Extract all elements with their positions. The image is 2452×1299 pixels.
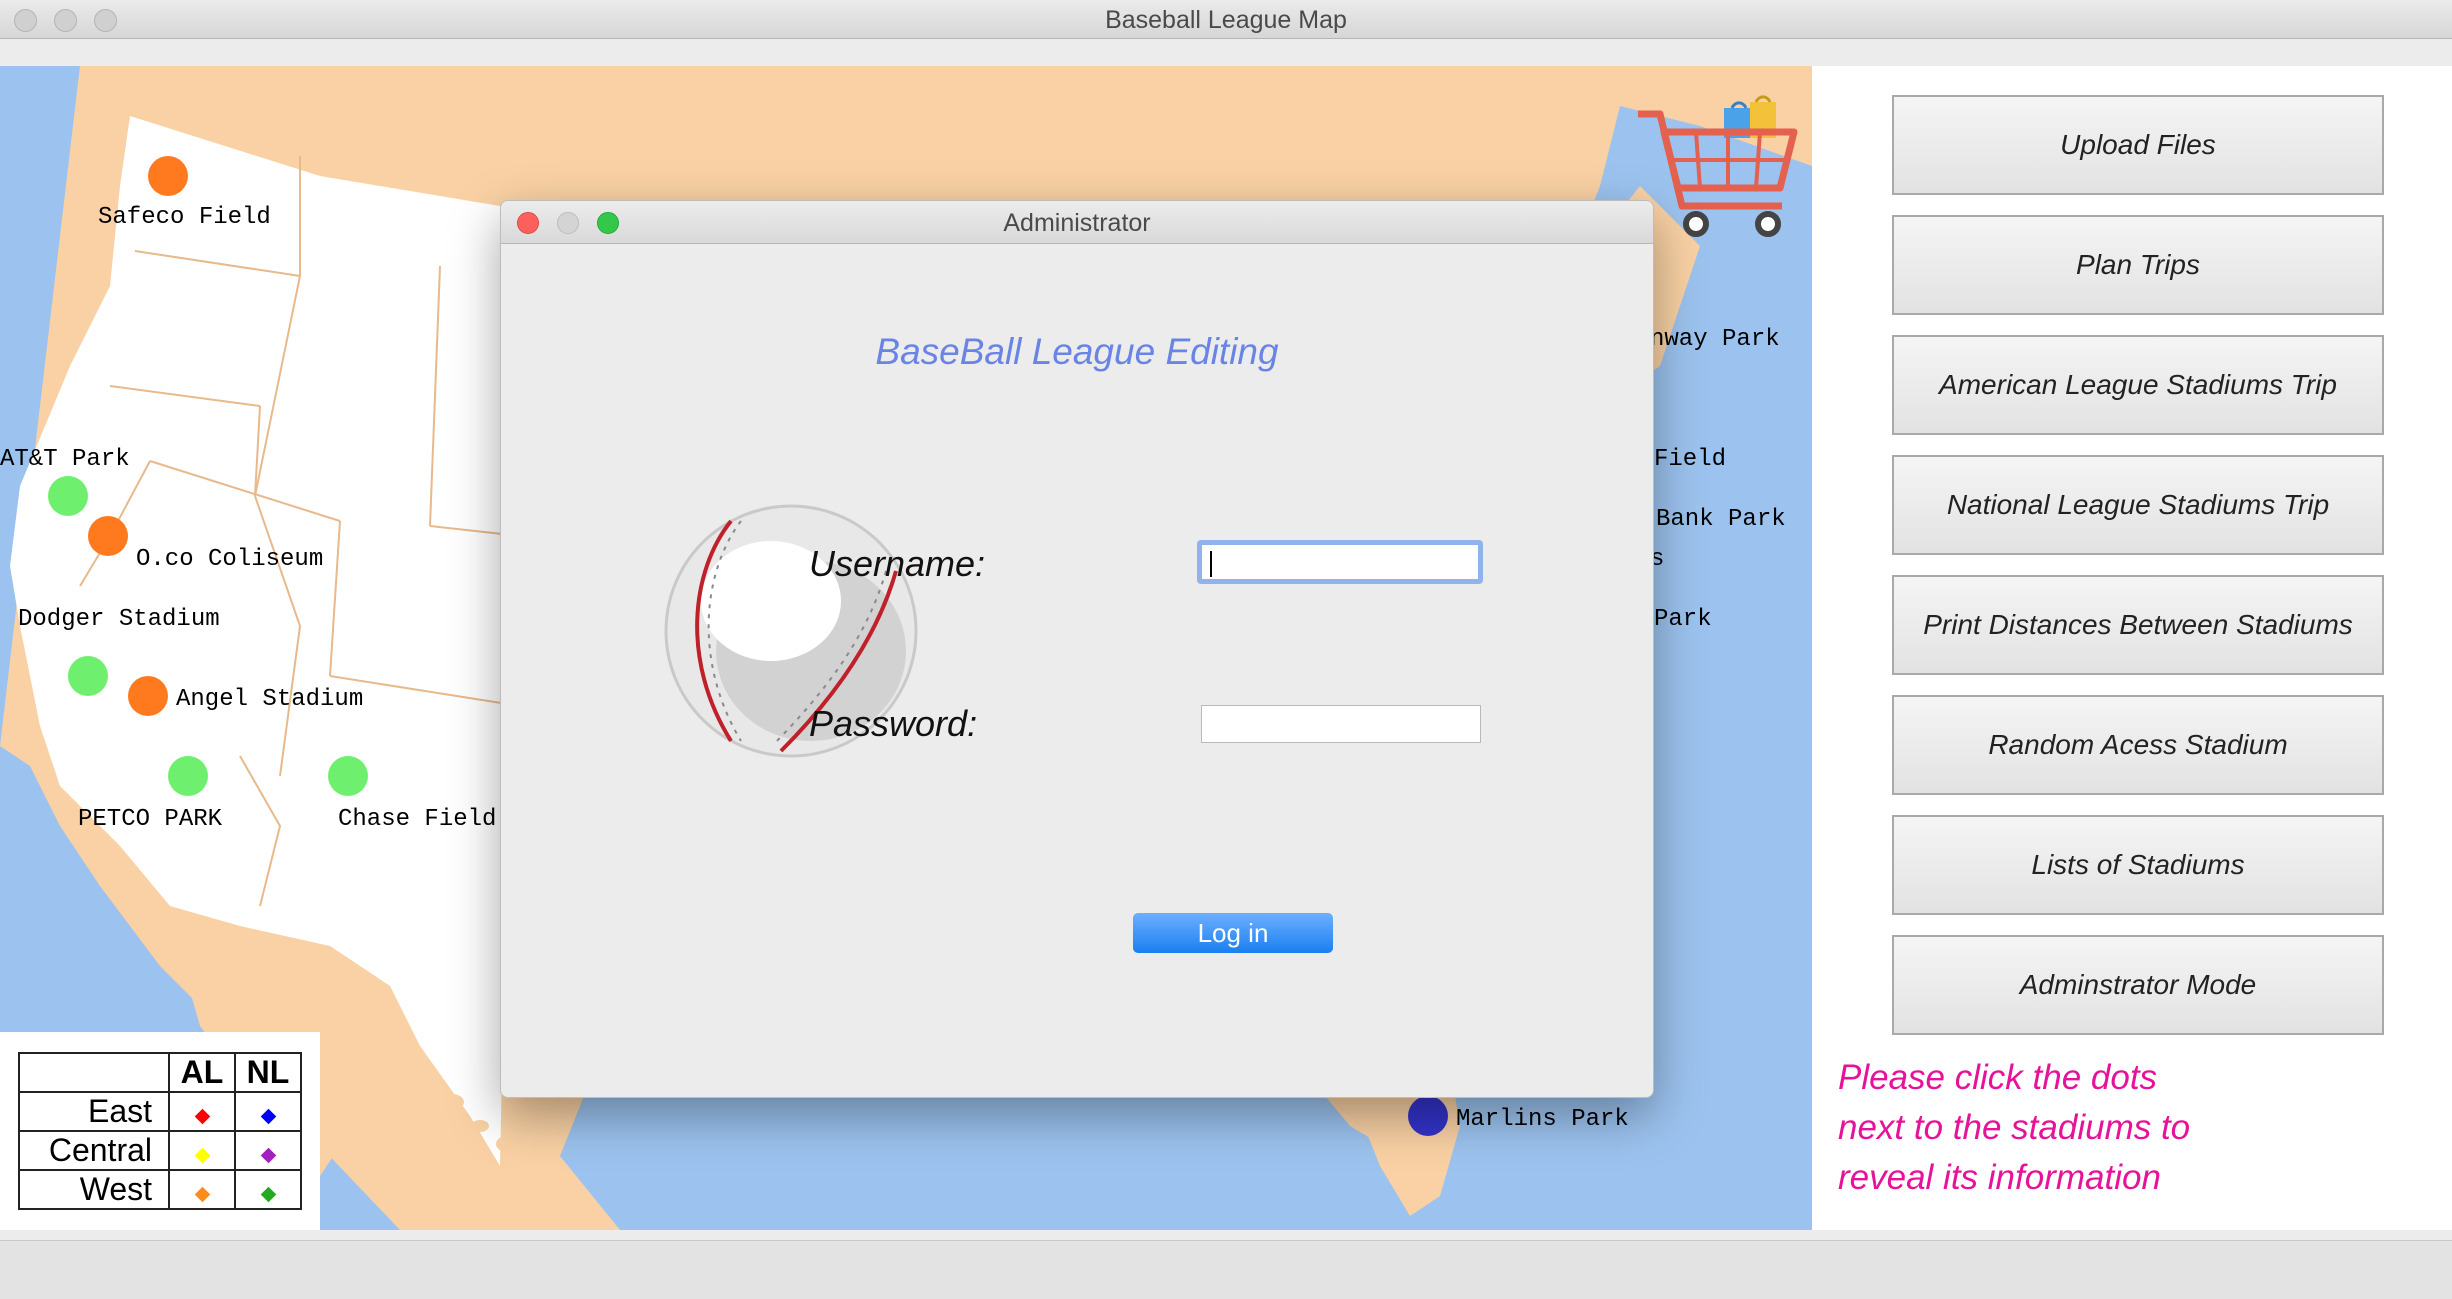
username-label: Username: [809,543,986,584]
stadium-dot-safeco[interactable] [148,156,188,196]
diamond-icon [260,1147,276,1164]
password-label: Password: [809,703,978,744]
stadium-label-marlins: Marlins Park [1456,1106,1629,1133]
legend-al-west [168,1169,236,1210]
stadium-dot-oco[interactable] [88,516,128,556]
stadium-dot-angel[interactable] [128,676,168,716]
stadium-dot-chase[interactable] [328,756,368,796]
stadium-label-dodger: Dodger Stadium [18,606,220,633]
stadium-dot-marlins[interactable] [1408,1096,1448,1136]
stadium-dot-dodger[interactable] [68,656,108,696]
stadium-dot-att[interactable] [48,476,88,516]
legend-nl-central [234,1130,302,1171]
legend-row-central: Central [18,1130,170,1171]
legend-col-nl: NL [234,1052,302,1093]
national-league-trip-button[interactable]: National League Stadiums Trip [1892,455,2384,555]
hint-line: next to the stadiums to [1838,1108,2191,1147]
stadium-label-oco: O.co Coliseum [136,546,324,573]
stadium-label-chase: Chase Field [338,806,497,833]
stadium-label-partial-field: Field [1654,446,1727,473]
dialog-title: Administrator [1003,209,1151,237]
diamond-icon [260,1186,276,1203]
status-bar [0,1240,2452,1299]
administrator-dialog: Administrator BaseBall League Editing Us… [500,200,1654,1098]
diamond-icon [194,1147,210,1164]
legend-col-al: AL [168,1052,236,1093]
password-input[interactable] [1201,705,1481,743]
legend-corner [18,1052,170,1093]
hint-line: Please click the dots [1838,1058,2158,1097]
administrator-mode-button[interactable]: Adminstrator Mode [1892,935,2384,1035]
dialog-heading: BaseBall League Editing [875,331,1279,372]
stadium-label-partial-bank: Bank Park [1656,506,1786,533]
legend-al-central [168,1130,236,1171]
legend-al-east [168,1091,236,1132]
legend-nl-east [234,1091,302,1132]
upload-files-button[interactable]: Upload Files [1892,95,2384,195]
stadium-label-angel: Angel Stadium [176,686,364,713]
plan-trips-button[interactable]: Plan Trips [1892,215,2384,315]
american-league-trip-button[interactable]: American League Stadiums Trip [1892,335,2384,435]
random-access-stadium-button[interactable]: Random Acess Stadium [1892,695,2384,795]
stadium-label-partial-fenway: nway Park [1650,326,1780,353]
login-button[interactable]: Log in [1133,913,1333,953]
print-distances-button[interactable]: Print Distances Between Stadiums [1892,575,2384,675]
dialog-titlebar: Administrator [501,201,1653,244]
stadium-label-partial-park: Park [1654,606,1712,633]
main-titlebar: Baseball League Map [0,0,2452,39]
shopping-cart-icon[interactable] [1632,88,1812,248]
window-title: Baseball League Map [1105,6,1347,34]
hint-line: reveal its information [1838,1158,2161,1197]
stadium-label-petco: PETCO PARK [78,806,223,833]
stadium-dot-petco[interactable] [168,756,208,796]
legend-row-east: East [18,1091,170,1132]
legend-nl-west [234,1169,302,1210]
toolbar-strip [0,39,2452,68]
stadium-label-att: AT&T Park [0,446,130,473]
league-legend: AL NL East Central West [0,1032,320,1230]
legend-row-west: West [18,1169,170,1210]
diamond-icon [194,1108,210,1125]
username-input[interactable] [1197,540,1483,584]
text-caret [1210,551,1212,577]
stadium-label-safeco: Safeco Field [98,204,271,231]
diamond-icon [260,1108,276,1125]
map-hint: Please click the dots next to the stadiu… [1838,1053,2190,1203]
diamond-icon [194,1186,210,1203]
legend-table: AL NL East Central West [18,1052,302,1210]
lists-of-stadiums-button[interactable]: Lists of Stadiums [1892,815,2384,915]
